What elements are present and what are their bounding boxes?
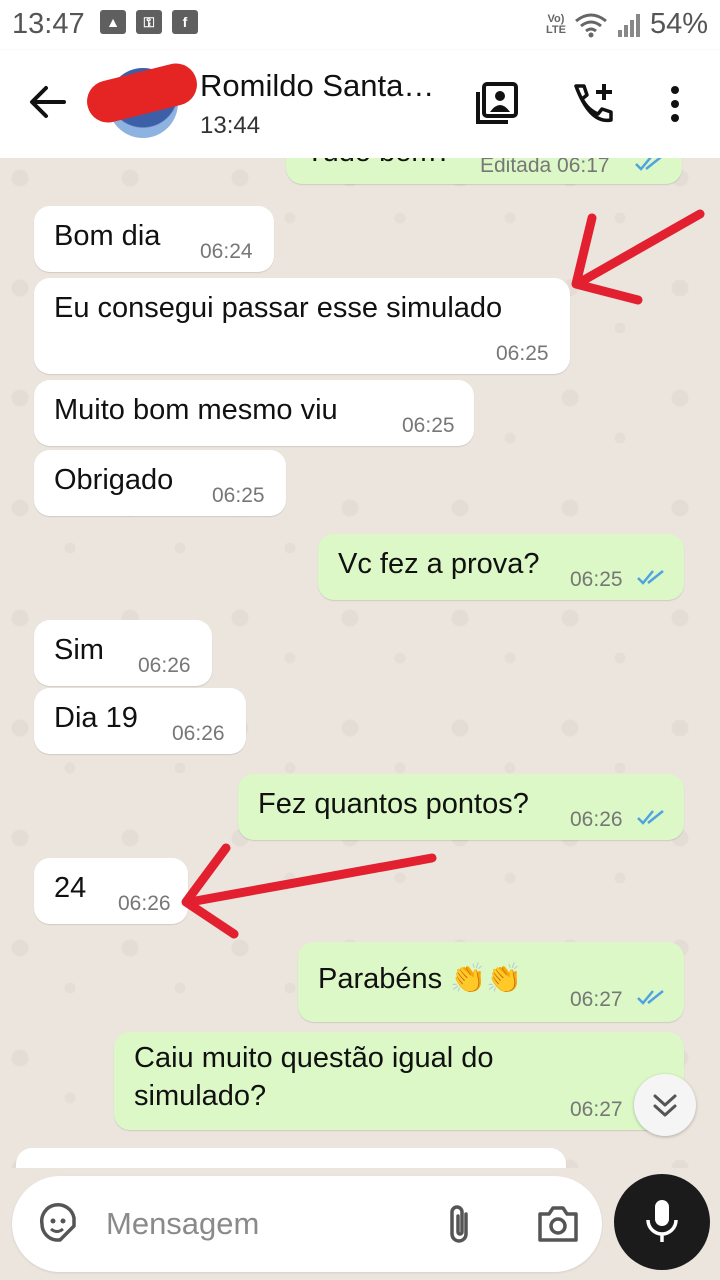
message-incoming[interactable]: Bom dia 06:24 <box>34 206 274 272</box>
sticker-icon[interactable] <box>36 1202 80 1246</box>
back-arrow-icon[interactable] <box>28 80 68 124</box>
attach-icon[interactable] <box>444 1202 474 1246</box>
message-outgoing[interactable]: Fez quantos pontos? 06:26 <box>238 774 684 840</box>
contact-card-icon[interactable] <box>474 82 520 126</box>
key-notification-icon: ⚿ <box>136 10 162 34</box>
volte-indicator: Vo) LTE <box>545 12 566 36</box>
scroll-to-bottom-button[interactable] <box>634 1074 696 1136</box>
message-incoming[interactable]: Sim 06:26 <box>34 620 212 686</box>
mic-icon <box>646 1200 678 1242</box>
status-time: 13:47 <box>12 8 85 40</box>
message-incoming[interactable] <box>16 1148 566 1168</box>
wifi-icon <box>575 13 607 37</box>
notification-icons: ▲ ⚿ f <box>100 10 198 34</box>
message-incoming[interactable]: 24 06:26 <box>34 858 188 924</box>
gallery-notification-icon: ▲ <box>100 10 126 34</box>
annotation-arrow-bottom <box>181 843 437 939</box>
contact-name[interactable]: Romildo Santa… <box>200 68 434 104</box>
battery-level: 54% <box>649 8 708 40</box>
status-bar: 13:47 ▲ ⚿ f Vo) LTE 54% <box>0 0 720 50</box>
message-outgoing[interactable]: Parabéns 👏👏 06:27 <box>298 942 684 1022</box>
add-call-icon[interactable] <box>570 82 616 126</box>
message-incoming[interactable]: Eu consegui passar esse simulado 06:25 <box>34 278 570 374</box>
read-ticks-icon <box>635 158 662 171</box>
camera-icon[interactable] <box>536 1204 580 1244</box>
message-input[interactable]: Mensagem <box>106 1206 259 1242</box>
annotation-arrow-top <box>571 209 705 305</box>
status-right: Vo) LTE 54% <box>546 8 708 41</box>
message-incoming[interactable]: Muito bom mesmo viu 06:25 <box>34 380 474 446</box>
read-ticks-icon <box>637 570 664 585</box>
message-input-bar[interactable]: Mensagem <box>12 1176 602 1272</box>
last-seen: 13:44 <box>200 112 261 139</box>
chat-area[interactable]: Tudo bem? Editada 06:17 Bom dia 06:24 Eu… <box>0 158 720 1168</box>
more-vert-icon[interactable] <box>664 82 686 126</box>
message-outgoing[interactable]: Caiu muito questão igual do simulado? 06… <box>114 1032 684 1130</box>
message-outgoing[interactable]: Tudo bem? Editada 06:17 <box>286 158 682 184</box>
mic-button[interactable] <box>614 1174 710 1270</box>
read-ticks-icon <box>637 810 664 825</box>
read-ticks-icon <box>637 990 664 1005</box>
message-outgoing[interactable]: Vc fez a prova? 06:25 <box>318 534 684 600</box>
message-incoming[interactable]: Dia 19 06:26 <box>34 688 246 754</box>
chat-header: Romildo Santa… 13:44 <box>0 50 720 158</box>
message-incoming[interactable]: Obrigado 06:25 <box>34 450 286 516</box>
double-chevron-down-icon <box>653 1094 677 1117</box>
signal-icon <box>617 13 640 37</box>
facebook-notification-icon: f <box>172 10 198 34</box>
